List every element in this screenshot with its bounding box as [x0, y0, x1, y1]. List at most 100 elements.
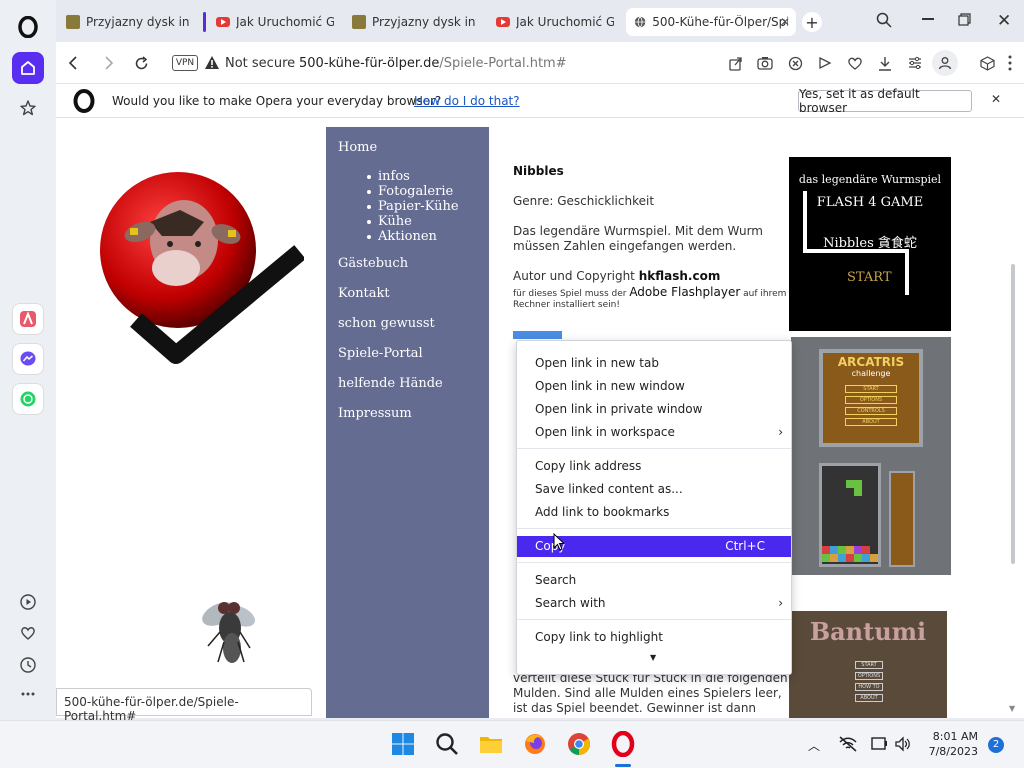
tab-3[interactable]: Przyjazny dysk intern: [344, 8, 484, 36]
menu-open-workspace[interactable]: Open link in workspace ›: [517, 422, 791, 443]
messenger-icon[interactable]: [12, 343, 44, 375]
bantumi-options: OPTIONS: [855, 672, 883, 680]
menu-open-private-window[interactable]: Open link in private window: [517, 399, 791, 420]
profile-icon[interactable]: [932, 50, 958, 76]
vpn-badge[interactable]: VPN: [172, 55, 198, 71]
whatsapp-icon[interactable]: [12, 383, 44, 415]
aria-icon[interactable]: [12, 303, 44, 335]
chrome-icon[interactable]: [566, 731, 592, 757]
close-infobar-icon[interactable]: ✕: [991, 92, 1001, 106]
tab-bar: Przyjazny dysk intern Jak Uruchomić Grę …: [56, 0, 1024, 42]
file-explorer-icon[interactable]: [478, 731, 504, 757]
menu-save-linked-content[interactable]: Save linked content as...: [517, 479, 791, 500]
nav-schon-gewusst[interactable]: schon gewusst: [338, 316, 435, 331]
nav-papier-kuehe[interactable]: Papier-Kühe: [367, 199, 459, 214]
menu-scroll-down-icon[interactable]: ▼: [650, 653, 656, 662]
tray-expand-icon[interactable]: ︿: [808, 737, 820, 754]
back-icon[interactable]: [64, 54, 82, 72]
tab-1[interactable]: Przyjazny dysk intern: [58, 8, 198, 36]
opera-logo-icon: [72, 89, 96, 113]
firefox-icon[interactable]: [522, 731, 548, 757]
nibbles-game-thumbnail[interactable]: das legendäre Wurmspiel FLASH 4 GAME Nib…: [789, 157, 951, 331]
more-icon[interactable]: [12, 678, 44, 710]
scrollbar-thumb[interactable]: [1011, 264, 1015, 564]
forward-icon[interactable]: [100, 54, 118, 72]
menu-open-new-tab[interactable]: Open link in new tab: [517, 353, 791, 374]
nav-impressum[interactable]: Impressum: [338, 406, 412, 421]
adblock-icon[interactable]: [786, 54, 804, 72]
flash-link[interactable]: Adobe Flashplayer: [629, 285, 740, 299]
menu-search-with[interactable]: Search with ›: [517, 593, 791, 614]
nav-aktionen[interactable]: Aktionen: [367, 229, 459, 244]
reload-icon[interactable]: [132, 54, 150, 72]
cow-favicon-icon: [352, 15, 366, 29]
menu-copy-link-highlight[interactable]: Copy link to highlight: [517, 627, 791, 648]
download-icon[interactable]: [876, 54, 894, 72]
minimize-icon[interactable]: [922, 18, 934, 20]
tab-4[interactable]: Jak Uruchomić Grę Fl: [488, 8, 622, 36]
nibbles-start: START: [847, 270, 892, 285]
close-window-icon[interactable]: ✕: [997, 11, 1011, 31]
menu-search[interactable]: Search: [517, 570, 791, 591]
opera-taskbar-icon[interactable]: [610, 731, 636, 757]
menu-label: Open link in workspace: [535, 425, 675, 439]
easy-setup-icon[interactable]: [906, 54, 924, 72]
tab-2[interactable]: Jak Uruchomić Grę Fl: [208, 8, 342, 36]
player-icon[interactable]: [12, 586, 44, 618]
author-link[interactable]: hkflash.com: [639, 269, 721, 283]
opera-logo-icon[interactable]: [12, 11, 44, 43]
security-label[interactable]: Not secure: [225, 56, 295, 71]
selected-game-link[interactable]: ARCATRIS: [513, 331, 562, 339]
heart-icon[interactable]: [12, 617, 44, 649]
clock[interactable]: 8:01 AM 7/8/2023: [922, 729, 978, 759]
cow-logo-image: [92, 170, 304, 370]
flow-icon[interactable]: [816, 54, 834, 72]
nav-spiele-portal[interactable]: Spiele-Portal: [338, 346, 423, 361]
volume-icon[interactable]: [894, 735, 912, 753]
warning-icon[interactable]: [204, 55, 220, 70]
share-icon[interactable]: [726, 54, 744, 72]
taskbar-search-icon[interactable]: [434, 731, 460, 757]
nav-kuehe[interactable]: Kühe: [367, 214, 459, 229]
tab-5-active[interactable]: 500-Kühe-für-Ölper/Spiele ✕: [626, 8, 796, 36]
bookmark-heart-icon[interactable]: [846, 54, 864, 72]
url-field[interactable]: 500-kühe-für-ölper.de/Spiele-Portal.htm#: [299, 56, 567, 71]
menu-add-bookmark[interactable]: Add link to bookmarks: [517, 502, 791, 523]
nav-helfende-haende[interactable]: helfende Hände: [338, 376, 443, 391]
notification-badge[interactable]: 2: [988, 737, 1004, 753]
nav-kontakt[interactable]: Kontakt: [338, 286, 390, 301]
nav-home[interactable]: Home: [338, 140, 377, 155]
new-tab-button[interactable]: +: [802, 12, 822, 32]
tab-label: 500-Kühe-für-Ölper/Spiele: [652, 15, 788, 29]
infobar-question: Would you like to make Opera your everyd…: [112, 94, 442, 108]
close-tab-icon[interactable]: ✕: [780, 15, 790, 29]
nav-gaestebuch[interactable]: Gästebuch: [338, 256, 408, 271]
search-tabs-icon[interactable]: [876, 12, 892, 28]
arcatris-controls: CONTROLS: [845, 407, 897, 415]
menu-icon[interactable]: [1008, 54, 1012, 72]
network-icon[interactable]: [838, 735, 858, 753]
bantumi-game-thumbnail[interactable]: Bantumi START OPTIONS HOW TO ABOUT: [789, 611, 947, 718]
windows-start-icon[interactable]: [390, 731, 416, 757]
battery-icon[interactable]: [871, 735, 889, 753]
set-default-button[interactable]: Yes, set it as default browser: [798, 87, 972, 115]
extensions-icon[interactable]: [978, 54, 996, 72]
scroll-down-arrow-icon[interactable]: ▼: [1009, 704, 1015, 713]
history-icon[interactable]: [12, 649, 44, 681]
note-prefix: für dieses Spiel muss der: [513, 289, 630, 299]
restore-icon[interactable]: [958, 13, 971, 26]
menu-open-new-window[interactable]: Open link in new window: [517, 376, 791, 397]
cow-favicon-icon: [66, 15, 80, 29]
nav-infos[interactable]: infos: [367, 169, 459, 184]
home-icon[interactable]: [12, 52, 44, 84]
how-to-link[interactable]: How do I do that?: [414, 94, 520, 108]
arcatris-game-thumbnail[interactable]: ARCATRIS challenge START OPTIONS CONTROL…: [791, 337, 951, 575]
star-icon[interactable]: [12, 92, 44, 124]
bantumi-about: ABOUT: [855, 694, 883, 702]
camera-icon[interactable]: [756, 54, 774, 72]
nav-fotogalerie[interactable]: Fotogalerie: [367, 184, 459, 199]
menu-shortcut: Ctrl+C: [725, 539, 765, 553]
vertical-scrollbar[interactable]: ▼: [1004, 118, 1024, 718]
tab-label: Przyjazny dysk intern: [86, 15, 190, 29]
menu-copy-link-address[interactable]: Copy link address: [517, 456, 791, 477]
